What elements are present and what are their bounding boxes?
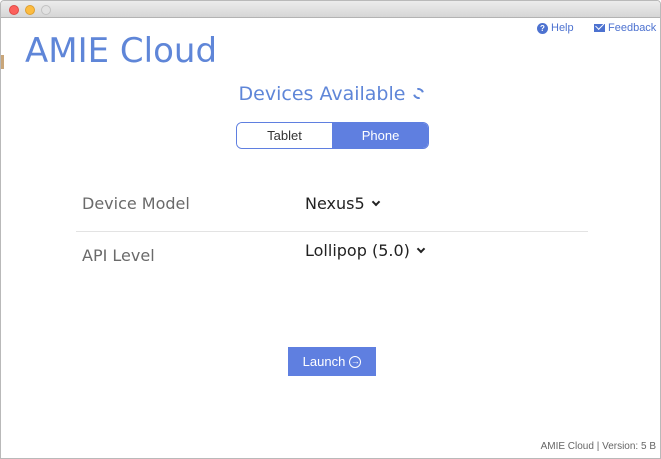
arrow-right-circle-icon: → [349, 355, 362, 368]
help-label: Help [551, 22, 574, 34]
tab-phone[interactable]: Phone [333, 123, 428, 148]
app-window: ? Help Feedback AMIE Cloud Devices Avail… [0, 0, 661, 459]
form-divider [76, 231, 588, 232]
edge-marker [1, 55, 4, 69]
app-title: AMIE Cloud [25, 31, 218, 71]
launch-button[interactable]: Launch → [288, 347, 376, 376]
api-level-label: API Level [82, 246, 155, 265]
device-model-dropdown[interactable]: Nexus5 [305, 194, 380, 213]
devices-available-title: Devices Available [238, 83, 406, 105]
title-bar [1, 1, 660, 18]
minimize-window-button[interactable] [25, 5, 35, 15]
feedback-label: Feedback [608, 22, 657, 34]
chevron-down-icon [416, 244, 426, 253]
api-level-dropdown[interactable]: Lollipop (5.0) [305, 241, 426, 260]
device-model-value: Nexus5 [305, 194, 365, 213]
device-model-label: Device Model [82, 194, 190, 213]
feedback-link[interactable]: Feedback [594, 22, 656, 34]
help-link[interactable]: ? Help [537, 22, 574, 34]
tab-tablet[interactable]: Tablet [237, 123, 333, 148]
devices-available-heading: Devices Available [1, 83, 660, 105]
envelope-icon [594, 24, 605, 32]
api-level-value: Lollipop (5.0) [305, 241, 410, 260]
chevron-down-icon [371, 197, 380, 206]
device-type-toggle: Tablet Phone [236, 122, 429, 149]
close-window-button[interactable] [9, 5, 19, 15]
help-circle-icon: ? [537, 22, 548, 34]
refresh-icon[interactable] [411, 85, 427, 102]
maximize-window-button[interactable] [41, 5, 51, 15]
version-footer: AMIE Cloud | Version: 5 B [540, 441, 656, 452]
launch-label: Launch [302, 354, 346, 369]
